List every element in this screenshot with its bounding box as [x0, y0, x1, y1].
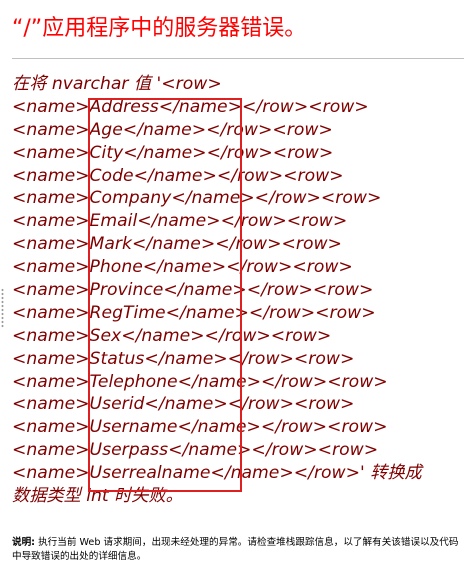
- row-tail: </row><row>: [251, 440, 379, 461]
- row-tail: </row>' 转换成: [293, 463, 422, 484]
- row-tail: </row><row>: [215, 234, 342, 255]
- close-tag: </name>: [122, 119, 207, 140]
- row-tail: </row><row>: [216, 165, 344, 186]
- error-row: <name>Company</name></row><row>: [12, 187, 462, 210]
- open-tag: <name>: [12, 234, 90, 255]
- error-row: <name>Code</name></row><row>: [12, 165, 462, 188]
- close-tag: </name>: [123, 142, 207, 163]
- open-tag: <name>: [12, 257, 90, 278]
- field-name: Sex: [89, 325, 122, 346]
- field-name: Address: [89, 96, 159, 117]
- error-row: <name>Address</name></row><row>: [12, 96, 462, 119]
- close-tag: </name>: [144, 394, 228, 415]
- row-tail: </row><row>: [206, 119, 333, 140]
- error-row: <name>Userpass</name></row><row>: [12, 439, 462, 462]
- field-name: Email: [89, 211, 138, 232]
- close-tag: </name>: [165, 302, 249, 323]
- field-name: Code: [89, 165, 134, 186]
- field-name: Phone: [89, 257, 143, 278]
- open-tag: <name>: [12, 394, 90, 415]
- row-tail: </row><row>: [260, 417, 388, 438]
- error-row: <name>City</name></row><row>: [12, 142, 462, 165]
- open-tag: <name>: [12, 165, 90, 186]
- error-prefix: 在将 nvarchar 值 '<row>: [12, 74, 222, 94]
- error-row: <name>Userid</name></row><row>: [12, 393, 462, 416]
- error-row: <name>Telephone</name></row><row>: [12, 371, 462, 394]
- error-row: <name>Userrealname</name></row>' 转换成: [12, 462, 462, 485]
- close-tag: </name>: [131, 234, 216, 255]
- open-tag: <name>: [12, 188, 90, 209]
- open-tag: <name>: [12, 96, 90, 117]
- field-name: Company: [89, 188, 172, 209]
- open-tag: <name>: [12, 371, 90, 392]
- row-tail: </row><row>: [242, 96, 369, 117]
- error-description: 说明: 执行当前 Web 请求期间，出现未经处理的异常。请检查堆栈跟踪信息，以了…: [12, 536, 464, 564]
- field-name: Province: [89, 280, 164, 301]
- error-row: <name>Username</name></row><row>: [12, 416, 462, 439]
- row-tail: </row><row>: [254, 188, 382, 209]
- error-row: <name>Province</name></row><row>: [12, 279, 462, 302]
- error-row: <name>Email</name></row><row>: [12, 210, 462, 233]
- open-tag: <name>: [12, 280, 90, 301]
- field-name: RegTime: [89, 302, 166, 323]
- row-tail: </row><row>: [246, 280, 374, 301]
- field-name: Userpass: [89, 440, 169, 461]
- description-label: 说明:: [12, 537, 36, 548]
- description-text: 执行当前 Web 请求期间，出现未经处理的异常。请检查堆栈跟踪信息，以了解有关该…: [12, 537, 459, 562]
- close-tag: </name>: [168, 440, 252, 461]
- row-tail: </row><row>: [206, 142, 334, 163]
- open-tag: <name>: [12, 463, 90, 484]
- open-tag: <name>: [12, 302, 90, 323]
- open-tag: <name>: [12, 119, 90, 140]
- field-name: Age: [89, 119, 123, 140]
- error-row: <name>Mark</name></row><row>: [12, 233, 462, 256]
- divider: [12, 58, 464, 59]
- close-tag: </name>: [210, 463, 294, 484]
- open-tag: <name>: [12, 348, 90, 369]
- page-title: “/”应用程序中的服务器错误。: [12, 16, 307, 41]
- field-name: Userrealname: [89, 463, 211, 484]
- close-tag: </name>: [171, 188, 255, 209]
- close-tag: </name>: [158, 96, 243, 117]
- scrollbar-grip[interactable]: [1, 288, 4, 328]
- field-name: City: [89, 142, 124, 163]
- error-message: 在将 nvarchar 值 '<row> <name>Address</name…: [12, 73, 462, 508]
- error-page: “/”应用程序中的服务器错误。 在将 nvarchar 值 '<row> <na…: [12, 14, 464, 508]
- field-name: Telephone: [89, 371, 178, 392]
- close-tag: </name>: [133, 165, 217, 186]
- field-name: Userid: [89, 394, 145, 415]
- row-tail: </row><row>: [220, 211, 348, 232]
- row-tail: </row><row>: [226, 257, 353, 278]
- error-row: <name>RegTime</name></row><row>: [12, 302, 462, 325]
- close-tag: </name>: [121, 325, 205, 346]
- row-tail: </row><row>: [204, 325, 332, 346]
- error-row: <name>Age</name></row><row>: [12, 119, 462, 142]
- close-tag: </name>: [137, 211, 221, 232]
- field-name: Username: [89, 417, 178, 438]
- close-tag: </name>: [177, 371, 261, 392]
- error-row: <name>Sex</name></row><row>: [12, 325, 462, 348]
- open-tag: <name>: [12, 440, 90, 461]
- close-tag: </name>: [177, 417, 261, 438]
- row-tail: </row><row>: [260, 371, 388, 392]
- field-name: Status: [89, 348, 145, 369]
- error-rows: <name>Address</name></row><row> <name>Age…: [12, 96, 462, 485]
- row-tail: </row><row>: [227, 348, 355, 369]
- row-tail: </row><row>: [248, 302, 376, 323]
- open-tag: <name>: [12, 417, 90, 438]
- close-tag: </name>: [142, 257, 227, 278]
- close-tag: </name>: [163, 280, 247, 301]
- error-suffix: 数据类型 int 时失败。: [12, 486, 183, 507]
- field-name: Mark: [89, 234, 132, 255]
- error-row: <name>Status</name></row><row>: [12, 348, 462, 371]
- open-tag: <name>: [12, 325, 90, 346]
- open-tag: <name>: [12, 211, 90, 232]
- open-tag: <name>: [12, 142, 90, 163]
- error-row: <name>Phone</name></row><row>: [12, 256, 462, 279]
- close-tag: </name>: [144, 348, 228, 369]
- row-tail: </row><row>: [227, 394, 355, 415]
